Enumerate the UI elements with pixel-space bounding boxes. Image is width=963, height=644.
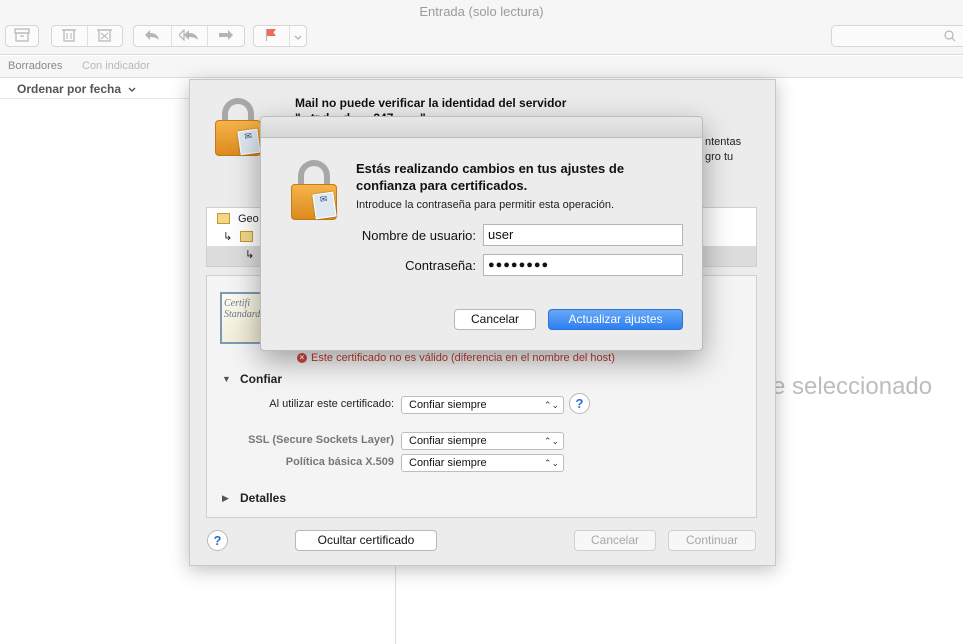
flag-menu-button[interactable]: [288, 26, 306, 46]
sheet-cancel-button[interactable]: Cancelar: [574, 530, 656, 551]
ssl-value: Confiar siempre: [409, 435, 487, 447]
forward-icon: [218, 28, 234, 44]
certificate-image: Certifi Standard: [220, 292, 264, 344]
updown-arrows-icon: ⌃⌄: [543, 400, 559, 410]
ssl-label: SSL (Secure Sockets Layer): [248, 434, 394, 446]
details-label: Detalles: [240, 491, 287, 505]
certificate-error-text: Este certificado no es válido (diferenci…: [311, 352, 615, 364]
junk-icon: [97, 27, 113, 45]
auth-subtitle: Introduce la contraseña para permitir es…: [356, 199, 615, 211]
certificate-icon: [240, 231, 253, 242]
auth-cancel-button[interactable]: Cancelar: [454, 309, 536, 330]
junk-button[interactable]: [86, 26, 122, 46]
delete-junk-group: [51, 25, 123, 47]
mail-stamp-icon: ✉: [237, 128, 261, 156]
flag-group: [253, 25, 307, 47]
sheet-description: ntentas gro tu: [705, 136, 742, 163]
password-label: Contraseña:: [405, 258, 476, 273]
forward-button[interactable]: [207, 26, 244, 46]
error-icon: ×: [297, 353, 307, 363]
archive-button[interactable]: [5, 25, 39, 47]
username-label: Nombre de usuario:: [361, 228, 476, 243]
reply-all-icon: [178, 28, 199, 44]
details-disclosure[interactable]: ▶ Detalles: [222, 491, 286, 505]
auth-dialog-titlebar[interactable]: [261, 117, 702, 138]
reply-group: [133, 25, 245, 47]
delete-button[interactable]: [52, 26, 87, 46]
x509-label: Política básica X.509: [285, 456, 394, 468]
sheet-title: Mail no puede verificar la identidad del…: [295, 96, 567, 110]
flag-icon: [265, 28, 277, 44]
when-using-label: Al utilizar este certificado:: [269, 398, 394, 410]
toolbar: [0, 22, 963, 55]
lock-icon: ✉: [213, 98, 263, 158]
disclosure-closed-icon: ▶: [222, 492, 229, 503]
reply-button[interactable]: [134, 26, 171, 46]
trash-icon: [62, 27, 77, 45]
x509-value: Confiar siempre: [409, 457, 487, 469]
updown-arrows-icon: ⌃⌄: [543, 436, 559, 446]
search-input[interactable]: [831, 25, 963, 47]
reply-icon: [144, 28, 160, 44]
favorite-flagged[interactable]: Con indicador: [82, 56, 150, 77]
sheet-help-button[interactable]: ?: [207, 530, 228, 551]
certificate-icon: [217, 213, 230, 224]
window-title: Entrada (solo lectura): [0, 0, 963, 22]
x509-select[interactable]: Confiar siempre ⌃⌄: [401, 454, 564, 472]
help-button[interactable]: ?: [569, 393, 590, 414]
reply-all-button[interactable]: [170, 26, 208, 46]
search-icon: [944, 29, 956, 47]
password-field[interactable]: ●●●●●●●●: [483, 254, 683, 276]
tree-branch-icon: ↳: [245, 249, 255, 261]
trust-section-label: Confiar: [240, 372, 282, 386]
continue-button[interactable]: Continuar: [668, 530, 756, 551]
favorites-bar: Borradores Con indicador: [0, 56, 963, 78]
tree-row-label: Geo: [238, 213, 259, 225]
pane-divider[interactable]: [395, 560, 396, 644]
auth-heading: Estás realizando cambios en tus ajustes …: [356, 161, 625, 193]
username-field[interactable]: user: [483, 224, 683, 246]
auth-dialog: ✉ Estás realizando cambios en tus ajuste…: [260, 116, 703, 351]
no-message-selected-text: e seleccionado: [772, 373, 933, 400]
chevron-down-icon: [294, 28, 302, 44]
trust-disclosure[interactable]: ▼ Confiar: [222, 372, 282, 386]
archive-icon: [14, 27, 30, 45]
disclosure-open-icon: ▼: [222, 374, 231, 384]
ssl-select[interactable]: Confiar siempre ⌃⌄: [401, 432, 564, 450]
flag-button[interactable]: [254, 26, 289, 46]
updown-arrows-icon: ⌃⌄: [543, 458, 559, 468]
favorite-drafts[interactable]: Borradores: [8, 56, 62, 77]
chevron-down-icon: [128, 82, 136, 96]
when-using-select[interactable]: Confiar siempre ⌃⌄: [401, 396, 564, 414]
when-using-value: Confiar siempre: [409, 399, 487, 411]
mail-stamp-icon: ✉: [312, 191, 337, 220]
certificate-error: × Este certificado no es válido (diferen…: [297, 352, 615, 364]
tree-branch-icon: ↳: [223, 231, 233, 243]
update-settings-button[interactable]: Actualizar ajustes: [548, 309, 683, 330]
lock-icon: ✉: [289, 160, 339, 222]
hide-certificate-button[interactable]: Ocultar certificado: [295, 530, 437, 551]
sort-label: Ordenar por fecha: [17, 82, 122, 96]
sort-menu[interactable]: Ordenar por fecha: [0, 79, 190, 99]
